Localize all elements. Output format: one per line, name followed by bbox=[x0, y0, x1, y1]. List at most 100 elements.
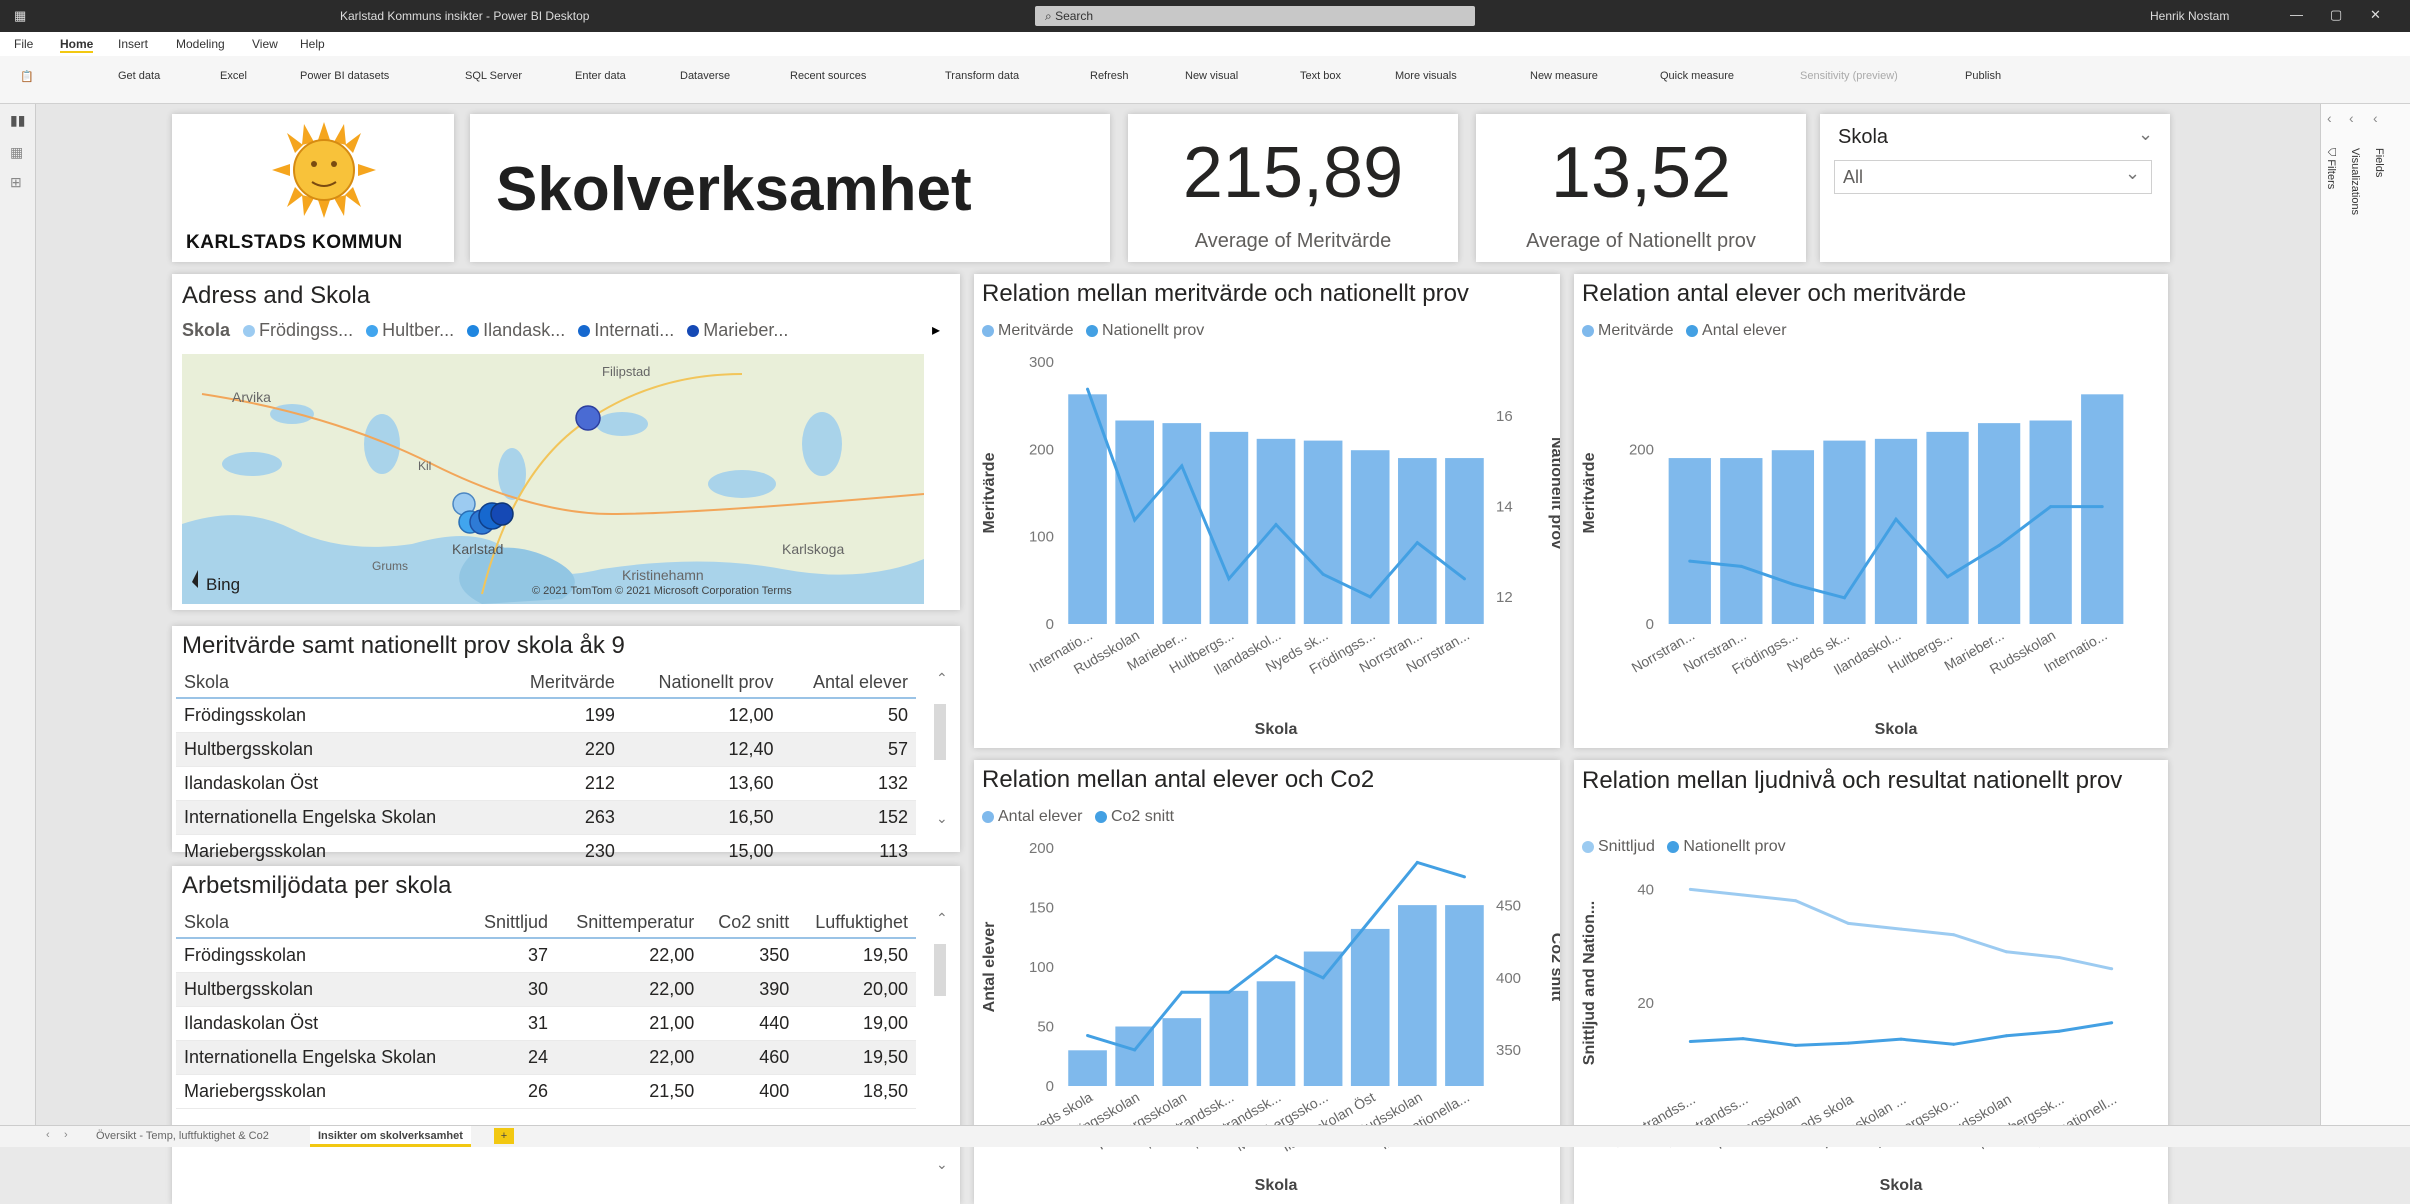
menu-help[interactable]: Help bbox=[300, 37, 325, 51]
ribbon-new-visual[interactable]: New visual bbox=[1185, 70, 1238, 82]
paste-icon[interactable]: 📋 bbox=[20, 70, 34, 83]
menu-view[interactable]: View bbox=[252, 37, 278, 51]
map-bubble[interactable] bbox=[575, 405, 601, 431]
legend-item[interactable]: Frödingss... bbox=[259, 320, 353, 340]
maximize-icon[interactable]: ▢ bbox=[2330, 7, 2342, 23]
chart-meritvarde-nationellt-prov[interactable]: Relation mellan meritvärde och nationell… bbox=[974, 274, 1560, 748]
ribbon-refresh[interactable]: Refresh bbox=[1090, 70, 1129, 82]
close-icon[interactable]: ✕ bbox=[2370, 7, 2381, 23]
legend-item[interactable]: Internati... bbox=[594, 320, 674, 340]
slicer-dropdown[interactable]: All ⌄ bbox=[1834, 160, 2152, 194]
user-name[interactable]: Henrik Nostam bbox=[2150, 9, 2229, 23]
chevron-down-icon[interactable]: ⌄ bbox=[2125, 163, 2140, 184]
ribbon-get-data[interactable]: Get data bbox=[118, 70, 160, 82]
menu-file[interactable]: File bbox=[14, 37, 33, 51]
column-header[interactable]: Skola bbox=[176, 668, 501, 699]
table-row[interactable]: Ilandaskolan Öst 212 13,60 132 bbox=[176, 766, 916, 801]
ribbon-text-box[interactable]: Text box bbox=[1300, 70, 1341, 82]
filters-pane-tab[interactable]: ⛉ Filters bbox=[2324, 148, 2337, 189]
legend-item[interactable]: Ilandask... bbox=[483, 320, 565, 340]
fields-pane-tab[interactable]: Fields bbox=[2373, 148, 2385, 177]
ribbon-publish[interactable]: Publish bbox=[1965, 70, 2001, 82]
column-header[interactable]: Nationellt prov bbox=[622, 668, 782, 699]
table-row[interactable]: Hultbergsskolan 30 22,00 390 20,00 bbox=[176, 972, 916, 1007]
column-header[interactable]: Luffuktighet bbox=[797, 908, 916, 939]
table-row[interactable]: Hultbergsskolan 220 12,40 57 bbox=[176, 732, 916, 767]
menu-insert[interactable]: Insert bbox=[118, 37, 148, 51]
legend-item[interactable]: Antal elever bbox=[998, 808, 1083, 825]
chart-plot[interactable]: 0200Norrstran...Norrstran...Frödingss...… bbox=[1574, 348, 2168, 744]
kpi-card-meritvarde[interactable]: 215,89 Average of Meritvärde bbox=[1128, 114, 1458, 262]
search-input[interactable]: Search bbox=[1055, 9, 1093, 23]
table-row[interactable]: Ilandaskolan Öst 31 21,00 440 19,00 bbox=[176, 1006, 916, 1041]
kpi-card-nationellt-prov[interactable]: 13,52 Average of Nationellt prov bbox=[1476, 114, 1806, 262]
column-header[interactable]: Co2 snitt bbox=[702, 908, 798, 939]
model-view-icon[interactable]: ⊞ bbox=[10, 174, 22, 191]
ribbon-pbi-datasets[interactable]: Power BI datasets bbox=[300, 70, 389, 82]
menu-modeling[interactable]: Modeling bbox=[176, 37, 225, 51]
collapse-fields-icon[interactable]: ‹ bbox=[2373, 110, 2378, 126]
report-view-icon[interactable]: ▮▮ bbox=[10, 112, 25, 129]
table-row[interactable]: Frödingsskolan 199 12,00 50 bbox=[176, 698, 916, 733]
table-row[interactable]: Internationella Engelska Skolan 24 22,00 46… bbox=[176, 1040, 916, 1075]
ribbon-recent-sources[interactable]: Recent sources bbox=[790, 70, 866, 82]
table-row[interactable]: Mariebergsskolan 230 15,00 113 bbox=[176, 834, 916, 869]
map-bubble[interactable] bbox=[490, 502, 514, 526]
page-tab[interactable]: Översikt - Temp, luftfuktighet & Co2 bbox=[96, 1130, 269, 1142]
column-header[interactable]: Antal elever bbox=[781, 668, 916, 699]
legend-next-arrow-icon[interactable]: ▸ bbox=[932, 320, 940, 340]
menu-home[interactable]: Home bbox=[60, 37, 94, 53]
sort-up-icon[interactable]: ⌃ bbox=[936, 910, 948, 927]
column-header[interactable]: Skola bbox=[176, 908, 469, 939]
legend-item[interactable]: Meritvärde bbox=[998, 322, 1074, 339]
ribbon-quick-measure[interactable]: Quick measure bbox=[1660, 70, 1734, 82]
table-scrollbar[interactable] bbox=[934, 704, 946, 760]
legend-item[interactable]: Snittljud bbox=[1598, 838, 1655, 855]
chart-plot[interactable]: 2040Norrstrandss...Norrstrandss...Frödin… bbox=[1574, 864, 2168, 1200]
legend-item[interactable]: Meritvärde bbox=[1598, 322, 1674, 339]
column-header[interactable]: Meritvärde bbox=[500, 668, 623, 699]
legend-item[interactable]: Marieber... bbox=[703, 320, 788, 340]
ribbon-more-visuals[interactable]: More visuals bbox=[1395, 70, 1457, 82]
line-point bbox=[1415, 541, 1419, 545]
page-tab-active[interactable]: Insikter om skolverksamhet bbox=[310, 1126, 471, 1147]
scroll-down-icon[interactable]: ⌄ bbox=[936, 810, 948, 827]
table-row[interactable]: Internationella Engelska Skolan 263 16,50 1… bbox=[176, 800, 916, 835]
ribbon-dataverse[interactable]: Dataverse bbox=[680, 70, 730, 82]
legend-item[interactable]: Co2 snitt bbox=[1111, 808, 1174, 825]
visualizations-pane-tab[interactable]: Visualizations bbox=[2349, 148, 2361, 215]
column-header[interactable]: Snittemperatur bbox=[556, 908, 703, 939]
column-header[interactable]: Snittljud bbox=[468, 908, 556, 939]
chart-plot[interactable]: 0100200300121416Internatio...RudsskolanM… bbox=[974, 348, 1560, 744]
ribbon-excel[interactable]: Excel bbox=[220, 70, 247, 82]
chart-antal-elever-meritvarde[interactable]: Relation antal elever och meritvärde Mer… bbox=[1574, 274, 2168, 748]
add-page-icon[interactable]: + bbox=[494, 1128, 514, 1144]
ribbon-new-measure[interactable]: New measure bbox=[1530, 70, 1598, 82]
table-row[interactable]: Frödingsskolan 37 22,00 350 19,50 bbox=[176, 938, 916, 973]
line-point bbox=[1846, 921, 1850, 925]
next-page-icon[interactable]: › bbox=[64, 1129, 68, 1141]
scroll-down-icon[interactable]: ⌄ bbox=[936, 1156, 948, 1173]
data-view-icon[interactable]: ▦ bbox=[10, 144, 23, 161]
table-row[interactable]: Mariebergsskolan 26 21,50 400 18,50 bbox=[176, 1074, 916, 1109]
legend-item[interactable]: Hultber... bbox=[382, 320, 454, 340]
sort-up-icon[interactable]: ⌃ bbox=[936, 670, 948, 687]
legend-item[interactable]: Nationellt prov bbox=[1102, 322, 1204, 339]
ribbon-transform-data[interactable]: Transform data bbox=[945, 70, 1019, 82]
search-box[interactable]: ⌕ Search bbox=[1035, 6, 1475, 26]
map-canvas[interactable]: Filipstad Arvika Kil Grums Karlstad Kris… bbox=[182, 354, 924, 604]
skola-slicer[interactable]: Skola ⌄ All ⌄ bbox=[1820, 114, 2170, 262]
collapse-panes-icon[interactable]: ‹ bbox=[2327, 110, 2332, 126]
meritvarde-table-visual[interactable]: Meritvärde samt nationellt prov skola åk… bbox=[172, 626, 960, 869]
table-scrollbar[interactable] bbox=[934, 944, 946, 996]
legend-item[interactable]: Nationellt prov bbox=[1683, 838, 1785, 855]
collapse-visualizations-icon[interactable]: ‹ bbox=[2349, 110, 2354, 126]
map-visual[interactable]: Adress and Skola Skola Frödingss... Hult… bbox=[172, 274, 960, 610]
arbetsmiljo-table-visual[interactable]: Arbetsmiljödata per skola Skola Snittlju… bbox=[172, 866, 960, 1204]
chevron-down-icon[interactable]: ⌄ bbox=[2138, 124, 2153, 145]
ribbon-sql-server[interactable]: SQL Server bbox=[465, 70, 522, 82]
prev-page-icon[interactable]: ‹ bbox=[46, 1129, 50, 1141]
ribbon-enter-data[interactable]: Enter data bbox=[575, 70, 626, 82]
minimize-icon[interactable]: — bbox=[2290, 7, 2303, 22]
legend-item[interactable]: Antal elever bbox=[1702, 322, 1787, 339]
